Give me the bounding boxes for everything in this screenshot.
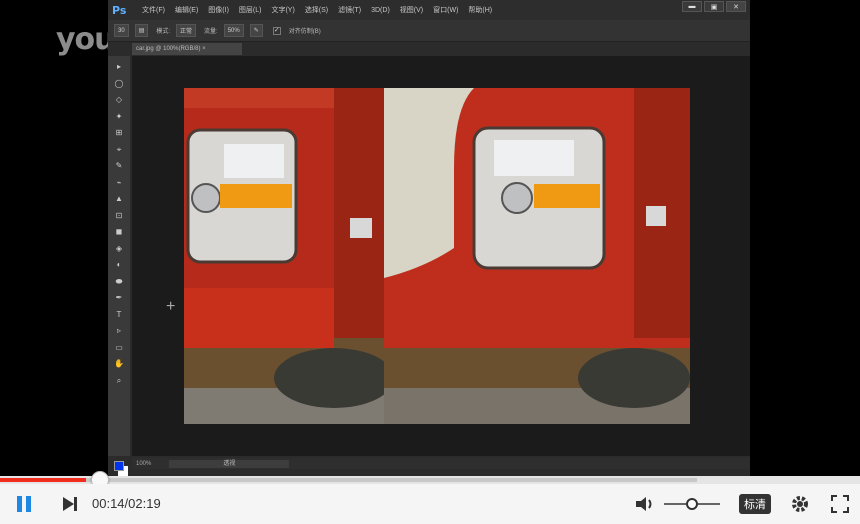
flow-label: 流量: bbox=[204, 29, 218, 35]
image-right-half bbox=[384, 88, 690, 424]
tool-icon[interactable]: ▲ bbox=[113, 194, 125, 204]
tool-icon[interactable]: ⬬ bbox=[113, 277, 125, 287]
menu-layer[interactable]: 图层(L) bbox=[239, 5, 262, 15]
tool-icon[interactable]: ⌁ bbox=[113, 178, 125, 188]
next-icon[interactable] bbox=[58, 492, 82, 516]
brush-size-picker[interactable]: 30 bbox=[114, 24, 129, 37]
fullscreen-icon[interactable] bbox=[828, 492, 852, 516]
align-checkbox[interactable]: ✓ bbox=[272, 26, 281, 35]
settings-icon[interactable] bbox=[788, 492, 812, 516]
zoom-level[interactable]: 100% bbox=[136, 461, 151, 467]
ps-logo-icon: Ps bbox=[112, 3, 127, 17]
tool-icon[interactable]: ▹ bbox=[113, 326, 125, 336]
status-bar: 100% 透视 bbox=[132, 458, 750, 469]
tool-icon[interactable]: ◐ bbox=[113, 260, 125, 270]
menu-filter[interactable]: 滤镜(T) bbox=[338, 5, 361, 15]
menu-select[interactable]: 选择(S) bbox=[305, 5, 328, 15]
volume-knob[interactable] bbox=[686, 498, 698, 510]
mode-label: 模式: bbox=[156, 29, 171, 35]
tool-icon[interactable]: ▭ bbox=[113, 343, 125, 353]
minimize-button[interactable]: ▬ bbox=[682, 1, 702, 12]
close-button[interactable]: ✕ bbox=[726, 1, 746, 12]
document-tab[interactable]: car.jpg @ 100%(RGB/8) × bbox=[132, 43, 242, 55]
options-bar: 30 ▤ 模式: 正常 流量: 50% ✎ ✓ 对齐仿制(B) bbox=[108, 20, 750, 42]
menu-help[interactable]: 帮助(H) bbox=[468, 5, 492, 15]
player-controls: 00:14/02:19 标清 bbox=[0, 484, 860, 524]
align-label: 对齐仿制(B) bbox=[288, 29, 321, 35]
menu-window[interactable]: 窗口(W) bbox=[433, 5, 458, 15]
tool-icon[interactable]: ▸ bbox=[113, 62, 125, 72]
tool-icon[interactable]: ⌕ bbox=[113, 376, 125, 386]
crosshair-cursor-icon: + bbox=[166, 298, 176, 315]
menu-type[interactable]: 文字(Y) bbox=[271, 5, 294, 15]
time-display: 00:14/02:19 bbox=[92, 496, 161, 511]
flow-input[interactable]: 50% bbox=[223, 24, 244, 37]
volume-slider[interactable] bbox=[664, 498, 720, 510]
tool-icon[interactable]: ◇ bbox=[113, 95, 125, 105]
menu-3d[interactable]: 3D(D) bbox=[371, 7, 390, 14]
window-controls: ▬ ▣ ✕ bbox=[682, 1, 746, 12]
menu-file[interactable]: 文件(F) bbox=[142, 5, 165, 15]
video-area[interactable]: youku Ps 文件(F) 编辑(E) 图像(I) 图层(L) 文字(Y) 选… bbox=[0, 0, 860, 476]
tool-icon[interactable]: ⌖ bbox=[113, 145, 125, 155]
menu-image[interactable]: 图像(I) bbox=[208, 5, 229, 15]
tool-icon[interactable]: ◯ bbox=[113, 79, 125, 89]
tool-icon[interactable]: ✒ bbox=[113, 293, 125, 303]
tool-icon[interactable]: ◼ bbox=[113, 227, 125, 237]
tool-icon[interactable]: ⊞ bbox=[113, 128, 125, 138]
maximize-button[interactable]: ▣ bbox=[704, 1, 724, 12]
tool-icon[interactable]: ✋ bbox=[113, 359, 125, 369]
menu-edit[interactable]: 编辑(E) bbox=[175, 5, 198, 15]
tool-icon[interactable]: ✎ bbox=[113, 161, 125, 171]
quality-button[interactable]: 标清 bbox=[739, 494, 771, 514]
foreground-color-swatch[interactable] bbox=[114, 461, 124, 471]
tool-icon[interactable]: ◈ bbox=[113, 244, 125, 254]
image-left-half bbox=[184, 88, 384, 424]
tools-panel: ▸ ◯ ◇ ✦ ⊞ ⌖ ✎ ⌁ ▲ ⊡ ◼ ◈ ◐ ⬬ ✒ T ▹ ▭ ✋ ⌕ bbox=[108, 56, 130, 476]
brush-panel-icon[interactable]: ▤ bbox=[134, 24, 149, 37]
status-info[interactable]: 透视 bbox=[169, 459, 290, 468]
tool-icon[interactable]: ⊡ bbox=[113, 211, 125, 221]
tool-icon[interactable]: T bbox=[113, 310, 125, 320]
mode-select[interactable]: 正常 bbox=[176, 24, 197, 37]
progress-bar[interactable] bbox=[0, 471, 860, 489]
ps-menubar: Ps 文件(F) 编辑(E) 图像(I) 图层(L) 文字(Y) 选择(S) 滤… bbox=[108, 0, 750, 20]
pause-icon[interactable] bbox=[12, 492, 36, 516]
tool-icon[interactable]: ✦ bbox=[113, 112, 125, 122]
menu-view[interactable]: 视图(V) bbox=[400, 5, 423, 15]
airbrush-icon[interactable]: ✎ bbox=[249, 24, 263, 37]
volume-icon[interactable] bbox=[632, 492, 658, 516]
progress-played bbox=[0, 478, 86, 482]
